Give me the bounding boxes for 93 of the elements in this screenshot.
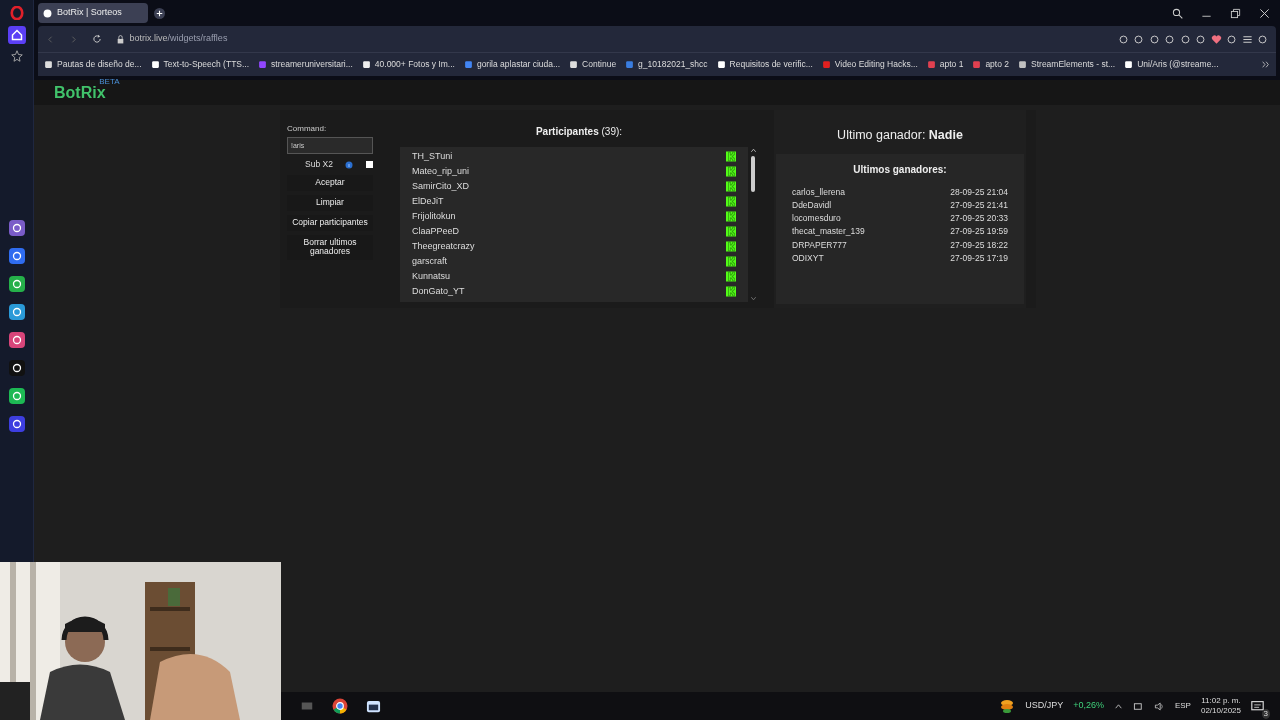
bookmark[interactable]: StreamElements - st...: [1018, 58, 1116, 71]
restore-icon[interactable]: [1230, 7, 1241, 19]
checkbox-label: Sub X2: [305, 158, 333, 171]
winner-date: 27-09-25 19:59: [950, 225, 1008, 239]
last-winner: Ultimo ganador: Nadie: [836, 127, 964, 144]
menu-icon[interactable]: [1241, 33, 1253, 45]
platform-icon: [726, 151, 736, 162]
scroll-down-icon[interactable]: [749, 295, 757, 302]
participant-name: TH_STuni: [412, 149, 453, 163]
bookmark-icon: [258, 60, 268, 69]
platform-icon: [726, 226, 736, 237]
checkbox[interactable]: [366, 161, 373, 169]
lock-icon: [116, 34, 125, 44]
bookmark-icon: [926, 60, 936, 69]
winner-date: 27-09-25 21:41: [950, 198, 1008, 212]
participant-name: Frijolitokun: [412, 209, 456, 223]
bookmark[interactable]: gorila aplastar ciuda...: [463, 58, 561, 71]
notification-icon[interactable]: [1251, 699, 1264, 713]
winner-name: carlos_llerena: [792, 185, 845, 199]
bookmark-icon: [569, 60, 579, 69]
winner-date: 28-09-25 21:04: [950, 185, 1008, 199]
platform-icon: [726, 196, 736, 207]
bookmark[interactable]: apto 2: [972, 58, 1010, 71]
bookmark-icon: [361, 60, 371, 69]
platform-icon: [726, 271, 736, 282]
winner-date: 27-09-25 17:19: [950, 251, 1008, 265]
bookmark-icon: [44, 60, 53, 69]
ticker-change: +0,26%: [1073, 699, 1104, 713]
winner-name: thecat_master_139: [792, 225, 865, 239]
bookmark[interactable]: streameruniversitari...: [258, 58, 353, 71]
winner-name: ODIXYT: [792, 251, 824, 265]
bookmark-icon: [972, 60, 982, 69]
field-label: Command:: [287, 123, 327, 135]
speaker-icon[interactable]: [1153, 700, 1165, 712]
bookmark[interactable]: Uni/Aris (@streame...: [1124, 58, 1219, 71]
bookmark[interactable]: Continue: [569, 58, 617, 71]
platform-icon: [726, 256, 736, 267]
participant-name: ElDeJiT: [412, 194, 444, 208]
star-icon[interactable]: [10, 50, 23, 62]
platform-icon: [726, 211, 736, 222]
winner-name: DRPAPER777: [792, 238, 847, 252]
participant-name: garscraft: [412, 254, 447, 268]
winners-title: Ultimos ganadores:: [852, 162, 948, 177]
platform-icon: [726, 166, 736, 177]
bookmark-icon: [716, 60, 726, 69]
participant-name: Mateo_rip_uni: [412, 164, 470, 178]
bookmark[interactable]: Pautas de diseño de...: [44, 58, 142, 71]
address-field[interactable]: botrix.live/widgets/raffles: [129, 32, 228, 46]
bookmark-icon: [1124, 60, 1134, 69]
new-tab-icon[interactable]: [154, 7, 165, 19]
bookmark[interactable]: g_10182021_shcc: [625, 58, 708, 71]
participant-name: SamirCito_XD: [412, 179, 469, 193]
winner-name: DdeDavidl: [792, 198, 832, 212]
close-icon[interactable]: [1259, 7, 1270, 19]
bookmark[interactable]: 40.000+ Fotos y Im...: [361, 58, 455, 71]
participant-name: Kunnatsu: [412, 269, 451, 283]
bookmark-icon: [1018, 60, 1028, 69]
participant-name: DonGato_YT: [412, 284, 465, 298]
bookmark[interactable]: Text-to-Speech (TTS...: [150, 58, 250, 71]
site-icon: [43, 8, 52, 18]
clock[interactable]: 11:02 p. m. 02/10/2025: [1200, 695, 1241, 717]
scrollbar-thumb[interactable]: [751, 156, 755, 192]
platform-icon: [726, 286, 736, 297]
winner-date: 27-09-25 20:33: [950, 212, 1008, 226]
bookmark[interactable]: Video Editing Hacks...: [821, 58, 918, 71]
beta-label: BETA: [99, 75, 120, 86]
bookmark-icon: [625, 60, 635, 69]
info-icon[interactable]: [345, 160, 354, 169]
bookmark-icon: [150, 60, 160, 69]
bookmark[interactable]: Requisitos de verific...: [716, 58, 813, 71]
platform-icon: [726, 181, 736, 192]
reload-icon[interactable]: [92, 34, 102, 44]
bookmark-icon: [821, 60, 831, 69]
home-icon[interactable]: [7, 26, 26, 44]
winner-name: locomesduro: [792, 212, 841, 226]
opera-icon[interactable]: [9, 6, 24, 20]
bookmark-icon: [463, 60, 473, 69]
heart-icon[interactable]: [1210, 33, 1222, 45]
chrome-icon[interactable]: [332, 698, 348, 714]
winner-date: 27-09-25 18:22: [950, 238, 1008, 252]
participant-name: ClaaPPeeD: [412, 224, 460, 238]
ticker-label: USD/JPY: [1025, 699, 1064, 713]
platform-icon: [726, 241, 736, 252]
scroll-up-icon[interactable]: [749, 147, 757, 154]
participant-name: Theegreatcrazy: [412, 239, 475, 253]
browser-tab[interactable]: BotRix | Sorteos: [38, 3, 148, 23]
chevron-up-icon[interactable]: [1113, 701, 1123, 711]
notification-count: 3: [1261, 708, 1270, 719]
language-indicator[interactable]: ESP: [1174, 700, 1191, 712]
more-icon[interactable]: [1261, 60, 1270, 69]
coins-icon[interactable]: [999, 698, 1016, 714]
list-title: Participantes (39):: [534, 125, 624, 139]
bookmark[interactable]: apto 1: [926, 58, 964, 71]
